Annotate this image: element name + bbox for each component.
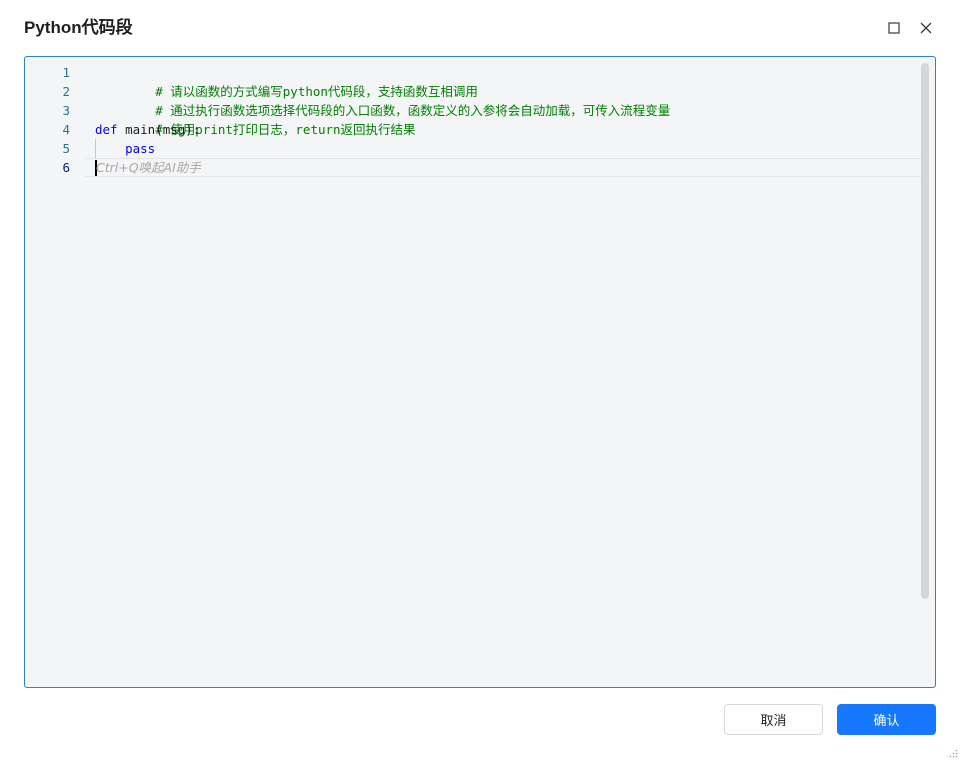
cancel-button[interactable]: 取消 bbox=[724, 704, 823, 735]
function-signature: main(msg): bbox=[117, 122, 201, 137]
line-number: 1 bbox=[62, 65, 70, 80]
python-code-dialog: Python代码段 1 2 3 4 5 6 # 请以函数的方式编写python代… bbox=[0, 0, 960, 760]
line-number: 4 bbox=[62, 122, 70, 137]
vertical-scrollbar[interactable] bbox=[921, 63, 929, 599]
confirm-button[interactable]: 确认 bbox=[837, 704, 936, 735]
keyword-pass: pass bbox=[125, 141, 156, 156]
close-icon bbox=[920, 22, 932, 34]
code-line-active[interactable]: Ctrl+Q唤起AI助手 bbox=[95, 158, 919, 177]
keyword-def: def bbox=[95, 122, 118, 137]
line-number: 5 bbox=[62, 141, 70, 156]
maximize-button[interactable] bbox=[884, 18, 904, 38]
indent-guide bbox=[95, 139, 96, 158]
code-line[interactable]: # 请以函数的方式编写python代码段，支持函数互相调用 bbox=[95, 63, 919, 99]
code-editor[interactable]: 1 2 3 4 5 6 # 请以函数的方式编写python代码段，支持函数互相调… bbox=[24, 56, 936, 688]
dialog-title: Python代码段 bbox=[24, 18, 133, 37]
dialog-footer: 取消 确认 bbox=[0, 704, 960, 736]
dialog-header: Python代码段 bbox=[0, 0, 960, 56]
code-line[interactable]: # 使用print打印日志，return返回执行结果 bbox=[95, 101, 919, 137]
maximize-icon bbox=[888, 22, 900, 34]
close-button[interactable] bbox=[916, 18, 936, 38]
line-number: 2 bbox=[62, 84, 70, 99]
code-line[interactable]: # 通过执行函数选项选择代码段的入口函数，函数定义的入参将会自动加载，可传入流程… bbox=[95, 82, 919, 118]
line-number: 3 bbox=[62, 103, 70, 118]
ai-assistant-hint: Ctrl+Q唤起AI助手 bbox=[96, 160, 201, 175]
resize-grip-icon[interactable] bbox=[948, 748, 958, 758]
code-line[interactable]: pass bbox=[95, 139, 919, 158]
line-number-gutter: 1 2 3 4 5 6 bbox=[25, 63, 85, 177]
code-line[interactable]: def main(msg): bbox=[95, 120, 919, 139]
code-content[interactable]: # 请以函数的方式编写python代码段，支持函数互相调用 # 通过执行函数选项… bbox=[95, 63, 919, 177]
line-number-active: 6 bbox=[62, 160, 70, 175]
